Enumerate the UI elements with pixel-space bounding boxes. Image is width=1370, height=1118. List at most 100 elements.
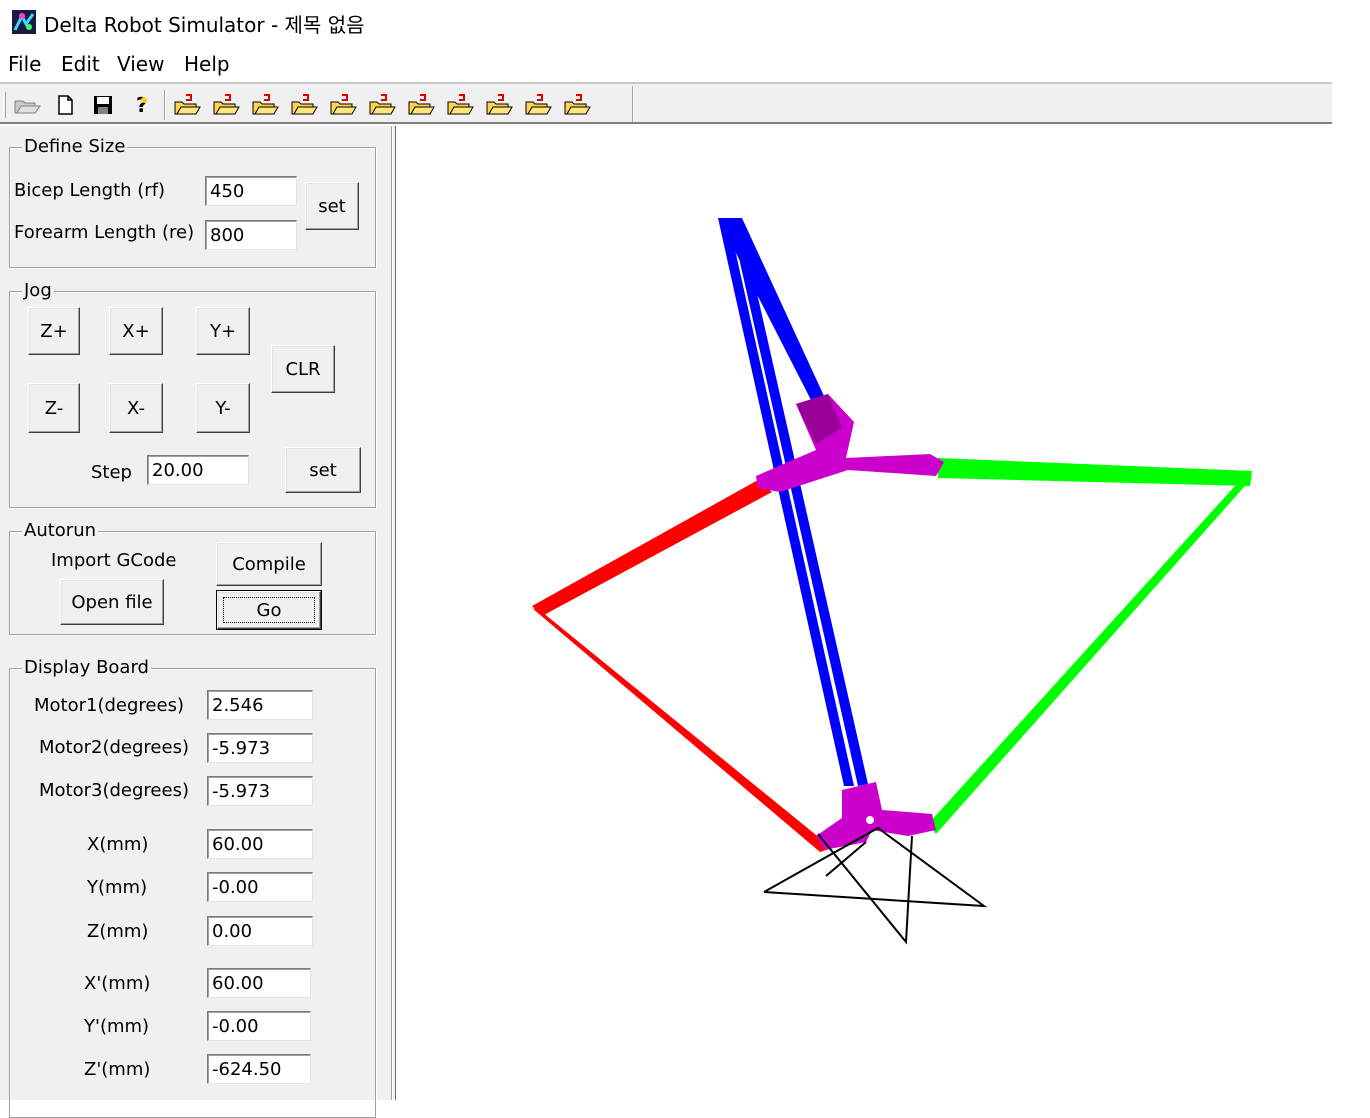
z-prime-mm-label: Z'(mm) <box>84 1059 151 1080</box>
toolbar-separator <box>164 90 166 120</box>
y-mm-field[interactable] <box>207 872 313 902</box>
z-mm-label: Z(mm) <box>87 921 149 942</box>
preset-open-icon-10[interactable] <box>521 90 555 120</box>
control-panel: Define Size Bicep Length (rf) Forearm Le… <box>0 126 392 1118</box>
bicep-red <box>532 480 772 616</box>
menu-view[interactable]: View <box>117 52 164 76</box>
motor1-label: Motor1(degrees) <box>34 695 184 716</box>
x-mm-label: X(mm) <box>87 834 149 855</box>
menu-help[interactable]: Help <box>184 52 230 76</box>
toolbar: ? <box>0 84 1332 124</box>
x-prime-mm-field[interactable] <box>207 968 311 998</box>
preset-open-icon-6[interactable] <box>365 90 399 120</box>
jog-y-minus-label: Y- <box>215 397 231 419</box>
bicep-green <box>938 458 1252 486</box>
open-file-button[interactable]: Open file <box>60 579 164 625</box>
display-board-group: Display Board Motor1(degrees) Motor2(deg… <box>9 657 376 1118</box>
compile-label: Compile <box>232 553 306 575</box>
motor1-field[interactable] <box>207 690 313 720</box>
svg-text:?: ? <box>136 93 148 117</box>
effector-platform-body <box>816 782 936 850</box>
preset-open-icon-4[interactable] <box>287 90 321 120</box>
go-label: Go <box>256 599 282 621</box>
set-size-button[interactable]: set <box>305 182 359 230</box>
import-gcode-label: Import GCode <box>51 550 177 571</box>
y-prime-mm-field[interactable] <box>207 1011 311 1041</box>
jog-y-plus-button[interactable]: Y+ <box>196 307 250 355</box>
open-file-label: Open file <box>71 591 153 613</box>
define-size-legend: Define Size <box>22 136 128 157</box>
frame-triangle-1 <box>763 826 988 908</box>
jog-z-minus-button[interactable]: Z- <box>28 383 80 433</box>
motor2-field[interactable] <box>207 733 313 763</box>
motor2-label: Motor2(degrees) <box>39 737 189 758</box>
y-prime-mm-label: Y'(mm) <box>84 1016 150 1037</box>
jog-x-minus-button[interactable]: X- <box>109 383 163 433</box>
preset-open-icon-8[interactable] <box>443 90 477 120</box>
z-prime-mm-field[interactable] <box>207 1054 311 1084</box>
set-size-button-label: set <box>318 195 346 217</box>
jog-clear-label: CLR <box>285 358 321 380</box>
compile-button[interactable]: Compile <box>216 542 322 586</box>
forearm-length-label: Forearm Length (re) <box>14 222 195 243</box>
forearm-red <box>532 608 832 852</box>
preset-open-icon-2[interactable] <box>209 90 243 120</box>
jog-x-minus-label: X- <box>127 397 145 419</box>
autorun-legend: Autorun <box>22 520 99 541</box>
jog-y-minus-button[interactable]: Y- <box>196 383 250 433</box>
go-button[interactable]: Go <box>216 590 322 630</box>
step-label: Step <box>91 462 132 483</box>
forearm-length-input[interactable] <box>205 220 297 250</box>
jog-z-minus-label: Z- <box>44 397 64 419</box>
bicep-length-input[interactable] <box>205 176 297 206</box>
z-mm-field[interactable] <box>207 916 313 946</box>
jog-group: Jog Z+ X+ Y+ CLR Z- X- Y- Step set <box>9 280 376 508</box>
jog-x-plus-button[interactable]: X+ <box>109 307 163 355</box>
open-folder-icon[interactable] <box>10 90 44 120</box>
set-step-button[interactable]: set <box>285 447 361 493</box>
jog-z-plus-button[interactable]: Z+ <box>28 307 80 355</box>
preset-open-icon-11[interactable] <box>560 90 594 120</box>
motor3-field[interactable] <box>207 776 313 806</box>
x-mm-field[interactable] <box>207 829 313 859</box>
ground-frame <box>763 826 988 945</box>
menu-edit[interactable]: Edit <box>61 52 100 76</box>
y-mm-label: Y(mm) <box>87 877 148 898</box>
menu-file[interactable]: File <box>8 52 41 76</box>
jog-z-plus-label: Z+ <box>40 320 68 342</box>
jog-y-plus-label: Y+ <box>209 320 237 342</box>
toolbar-grip[interactable] <box>3 92 6 118</box>
preset-open-icon-9[interactable] <box>482 90 516 120</box>
jog-legend: Jog <box>22 280 54 301</box>
effector-platform <box>816 782 936 850</box>
toolbar-end <box>632 86 634 122</box>
robot-3d-view <box>532 218 1252 945</box>
display-board-legend: Display Board <box>22 657 151 678</box>
menu-bar: File Edit View Help <box>0 48 1370 82</box>
preset-open-icon-1[interactable] <box>170 90 204 120</box>
x-prime-mm-label: X'(mm) <box>84 973 151 994</box>
title-bar: Delta Robot Simulator - 제목 없음 <box>0 0 1370 44</box>
preset-open-icon-7[interactable] <box>404 90 438 120</box>
new-document-icon[interactable] <box>48 90 82 120</box>
window-title: Delta Robot Simulator - 제목 없음 <box>44 13 365 37</box>
forearm-green <box>928 476 1252 834</box>
frame-edge-2 <box>817 833 913 945</box>
robot-viewport[interactable] <box>396 126 1332 1100</box>
preset-open-icon-5[interactable] <box>326 90 360 120</box>
arm-red <box>532 480 832 852</box>
help-icon[interactable]: ? <box>124 90 158 120</box>
define-size-group: Define Size Bicep Length (rf) Forearm Le… <box>9 136 376 268</box>
set-step-button-label: set <box>309 459 337 481</box>
preset-open-icon-3[interactable] <box>248 90 282 120</box>
app-icon <box>12 10 36 34</box>
autorun-group: Autorun Import GCode Open file Compile G… <box>9 520 376 635</box>
save-icon[interactable] <box>86 90 120 120</box>
step-input[interactable] <box>147 455 249 485</box>
jog-clear-button[interactable]: CLR <box>271 345 335 393</box>
jog-x-plus-label: X+ <box>122 320 150 342</box>
effector-center <box>866 816 874 824</box>
arm-green <box>928 458 1252 834</box>
bicep-length-label: Bicep Length (rf) <box>14 180 166 201</box>
motor3-label: Motor3(degrees) <box>39 780 189 801</box>
